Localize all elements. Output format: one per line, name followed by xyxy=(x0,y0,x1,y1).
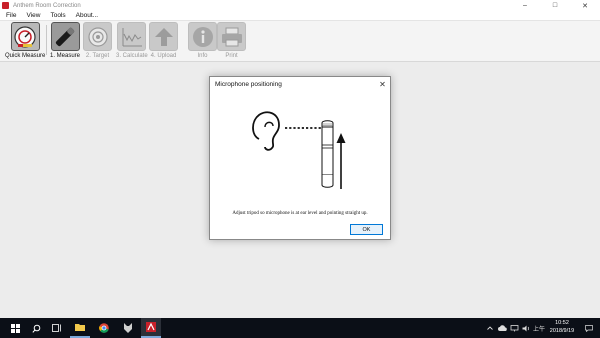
anthem-app-icon xyxy=(146,322,156,332)
notification-center-button[interactable] xyxy=(583,318,595,338)
microphone-position-illustration xyxy=(252,111,346,189)
task-view-button[interactable] xyxy=(48,318,66,338)
info-button[interactable]: Info xyxy=(188,22,217,59)
search-icon xyxy=(31,324,40,333)
close-window-button[interactable]: ✕ xyxy=(570,0,600,11)
target-icon xyxy=(83,22,112,51)
ok-button[interactable]: OK xyxy=(350,224,383,235)
upload-button[interactable]: 4. Upload xyxy=(149,22,178,59)
cloud-icon[interactable] xyxy=(497,318,507,338)
print-button[interactable]: Print xyxy=(217,22,246,59)
print-label: Print xyxy=(225,53,238,59)
info-icon xyxy=(188,22,217,51)
quick-measure-label: Quick Measure xyxy=(5,53,46,59)
dialog-title: Microphone positioning xyxy=(215,81,282,88)
chrome-icon xyxy=(99,323,109,333)
folder-icon xyxy=(75,324,85,331)
taskbar-clock[interactable]: 10:52 2018/9/19 xyxy=(546,320,578,335)
taskbar-chrome[interactable] xyxy=(94,318,114,338)
calculate-button[interactable]: 3. Calculate xyxy=(116,22,148,59)
clock-time: 10:52 xyxy=(555,320,569,326)
printer-icon xyxy=(217,22,246,51)
toolbar: Quick Measure 1. Measure 2. Target 3. Ca… xyxy=(0,21,600,62)
upload-label: 4. Upload xyxy=(150,53,177,59)
start-button[interactable] xyxy=(4,318,26,338)
target-label: 2. Target xyxy=(85,53,110,59)
calculate-label: 3. Calculate xyxy=(116,53,148,59)
wolf-head-icon xyxy=(124,323,132,333)
menu-file[interactable]: File xyxy=(6,12,16,19)
search-button[interactable] xyxy=(27,318,45,338)
network-icon[interactable] xyxy=(509,318,519,338)
notification-icon xyxy=(585,324,593,332)
menu-tools[interactable]: Tools xyxy=(50,12,65,19)
volume-icon[interactable] xyxy=(521,318,531,338)
gauge-icon xyxy=(10,22,40,51)
graph-icon xyxy=(117,22,147,51)
dialog-close-button[interactable]: ✕ xyxy=(375,77,390,92)
app-icon xyxy=(2,2,9,9)
minimize-button[interactable]: – xyxy=(510,0,540,11)
title-bar: Anthem Room Correction – □ ✕ xyxy=(0,0,600,11)
taskbar-anthem-room-correction[interactable] xyxy=(141,318,161,338)
dialog-header: Microphone positioning ✕ xyxy=(210,77,390,92)
task-view-icon xyxy=(52,324,61,332)
info-label: Info xyxy=(197,53,208,59)
point-up-arrow-icon xyxy=(336,133,346,189)
instruction-text: Adjust tripod so microphone is at ear le… xyxy=(232,211,368,216)
chevron-up-icon[interactable] xyxy=(485,318,495,338)
measure-button[interactable]: 1. Measure xyxy=(50,22,80,59)
microphone-icon xyxy=(50,22,80,51)
window-title: Anthem Room Correction xyxy=(13,2,81,9)
upload-arrow-icon xyxy=(149,22,178,51)
measure-label: 1. Measure xyxy=(50,53,81,59)
microphone-positioning-dialog: Microphone positioning ✕ Adjust tripod s… xyxy=(209,76,391,240)
taskbar-game-app[interactable] xyxy=(118,318,138,338)
ear-icon xyxy=(252,111,280,151)
taskbar-file-explorer[interactable] xyxy=(70,318,90,338)
taskbar: 上午 10:52 2018/9/19 xyxy=(0,318,600,338)
toolbar-separator xyxy=(46,25,47,55)
clock-date: 2018/9/19 xyxy=(549,327,575,334)
target-button[interactable]: 2. Target xyxy=(83,22,112,59)
menu-about[interactable]: About... xyxy=(76,12,98,19)
ime-indicator[interactable]: 上午 xyxy=(533,318,545,338)
menu-bar: File View Tools About... xyxy=(0,11,600,21)
menu-view[interactable]: View xyxy=(26,12,40,19)
quick-measure-button[interactable]: Quick Measure xyxy=(5,22,45,59)
windows-logo-icon xyxy=(10,323,20,333)
microphone-icon xyxy=(321,120,334,188)
maximize-button[interactable]: □ xyxy=(540,0,570,11)
